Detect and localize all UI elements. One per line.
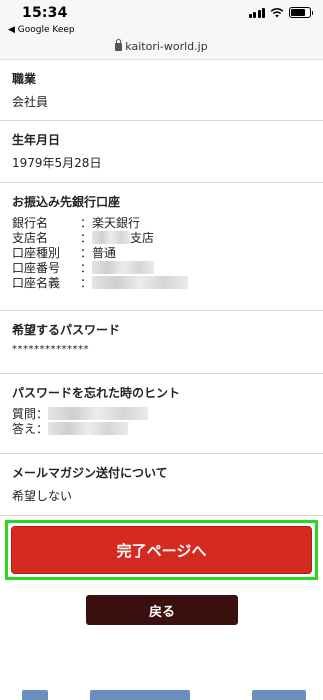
browser-url-bar[interactable]: ◀ Google Keep kaitori-world.jp — [0, 22, 323, 60]
redacted-branch — [92, 231, 131, 244]
branch-colon: ： — [80, 231, 93, 245]
account-type-value: ：普通 — [80, 246, 117, 260]
redacted-account-name — [92, 276, 189, 289]
hint-question-label: 質問： — [12, 407, 49, 421]
account-number-colon: ： — [80, 261, 93, 275]
occupation-title: 職業 — [12, 72, 37, 86]
url-text: kaitori-world.jp — [125, 40, 208, 53]
branch-label: 支店名 — [12, 231, 49, 245]
password-section: 希望するパスワード ************** — [0, 311, 323, 374]
bank-value: ：楽天銀行 — [80, 216, 141, 230]
back-button[interactable]: 戻る — [86, 595, 238, 625]
account-name-label: 口座名義 — [12, 276, 61, 290]
hint-title: パスワードを忘れた時のヒント — [12, 386, 181, 400]
status-bar: 15:34 — [0, 0, 323, 22]
bank-title: お振込み先銀行口座 — [12, 195, 121, 209]
complete-button-highlight: 完了ページへ — [5, 520, 318, 580]
mail-title: メールマガジン送付について — [12, 466, 168, 480]
birthday-title: 生年月日 — [12, 133, 61, 147]
url-display[interactable]: kaitori-world.jp — [0, 39, 323, 53]
status-icons — [248, 7, 313, 18]
wifi-icon — [270, 8, 284, 18]
redacted-hint-answer — [48, 422, 129, 435]
account-type-row: 口座種別 ：普通 — [12, 246, 311, 261]
birthday-value: 1979年5月28日 — [12, 156, 102, 170]
branch-row: 支店名 ： 支店 — [12, 231, 311, 246]
account-name-row: 口座名義 ： — [12, 276, 311, 291]
hint-answer-row: 答え： — [12, 422, 311, 437]
redacted-account-number — [92, 261, 155, 274]
occupation-section: 職業 会社員 — [0, 60, 323, 121]
status-time: 15:34 — [22, 5, 68, 21]
bank-row: 銀行名 ：楽天銀行 — [12, 216, 311, 231]
occupation-value: 会社員 — [12, 95, 49, 109]
bank-label: 銀行名 — [12, 216, 49, 230]
back-to-app-link[interactable]: ◀ Google Keep — [8, 25, 75, 35]
lock-icon — [115, 39, 123, 51]
birthday-section: 生年月日 1979年5月28日 — [0, 121, 323, 183]
bank-section: お振込み先銀行口座 銀行名 ：楽天銀行 支店名 ： 支店 口座種別 ：普通 口座… — [0, 183, 323, 311]
redacted-hint-question — [48, 407, 149, 420]
hint-answer-label: 答え： — [12, 422, 49, 436]
password-title: 希望するパスワード — [12, 323, 121, 337]
hint-question-row: 質問： — [12, 407, 311, 422]
account-name-colon: ： — [80, 276, 93, 290]
mail-value: 希望しない — [12, 489, 73, 503]
mail-section: メールマガジン送付について 希望しない — [0, 454, 323, 516]
account-type-label: 口座種別 — [12, 246, 61, 260]
account-number-label: 口座番号 — [12, 261, 61, 275]
bottom-cut-off-content — [0, 690, 323, 700]
battery-icon — [289, 7, 313, 18]
hint-section: パスワードを忘れた時のヒント 質問： 答え： — [0, 374, 323, 454]
password-value: ************** — [12, 344, 89, 355]
complete-page-button[interactable]: 完了ページへ — [11, 526, 312, 574]
branch-suffix: 支店 — [130, 231, 155, 245]
signal-icon — [248, 8, 265, 18]
confirmation-content: 職業 会社員 生年月日 1979年5月28日 お振込み先銀行口座 銀行名 ：楽天… — [0, 60, 323, 516]
account-number-row: 口座番号 ： — [12, 261, 311, 276]
